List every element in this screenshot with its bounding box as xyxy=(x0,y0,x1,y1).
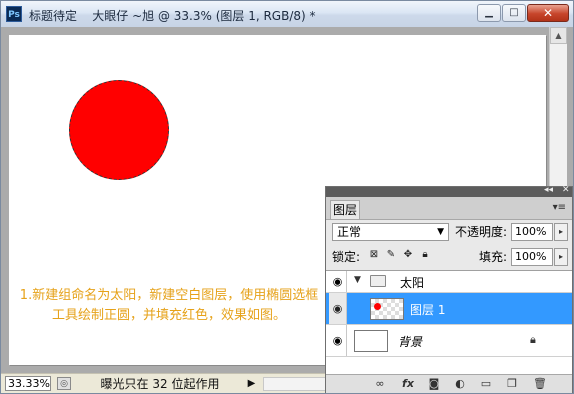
opacity-slider-arrow-icon[interactable]: ▸ xyxy=(554,223,568,241)
status-message: 曝光只在 32 位起作用 xyxy=(100,377,220,391)
visibility-eye-icon[interactable]: ◉ xyxy=(329,271,347,292)
title-bar[interactable]: Ps 标题待定 大眼仔 ~旭 @ 33.3% (图层 1, RGB/8) * ▁… xyxy=(1,1,573,28)
delete-layer-icon[interactable]: 🗑︎ xyxy=(532,377,548,391)
layer-row-selected[interactable]: ◉ 图层 1 xyxy=(326,293,572,325)
layer-row-background[interactable]: ◉ 背景 🔒︎ xyxy=(326,325,572,357)
new-group-icon[interactable]: ▭ xyxy=(478,377,494,391)
collapse-panel-icon[interactable]: ◂◂ xyxy=(544,185,553,195)
blend-row: 正常 ▼ 不透明度: 100% ▸ xyxy=(326,219,572,245)
lock-position-icon[interactable]: ✥ xyxy=(402,249,414,261)
layers-list: ◉ ▼ 太阳 ◉ 图层 1 ◉ 背景 🔒︎ xyxy=(326,270,572,375)
close-button[interactable]: ✕ xyxy=(527,4,569,22)
chevron-down-icon: ▼ xyxy=(437,227,444,237)
minimize-button[interactable]: ▁ xyxy=(477,4,501,22)
opacity-label: 不透明度: xyxy=(455,225,508,239)
lock-row: 锁定: ⊠ ✎ ✥ 🔒︎ 填充: 100% ▸ xyxy=(326,245,572,270)
red-circle-shape[interactable] xyxy=(69,80,169,180)
layer-name-1: 图层 1 xyxy=(410,303,446,317)
link-layers-icon[interactable]: ∞ xyxy=(372,377,388,391)
fill-slider-arrow-icon[interactable]: ▸ xyxy=(554,248,568,266)
visibility-eye-icon[interactable]: ◉ xyxy=(329,325,347,356)
panel-header-bar[interactable]: ◂◂ ✕ xyxy=(326,185,572,197)
add-mask-icon[interactable]: ◙ xyxy=(426,377,442,391)
layer-name-group: 太阳 xyxy=(400,276,425,290)
blend-mode-value: 正常 xyxy=(337,225,362,239)
instruction-text: 1.新建组命名为太阳，新建空白图层，使用椭圆选框工具绘制正圆，并填充红色，效果如… xyxy=(19,288,319,323)
folder-icon xyxy=(370,275,386,287)
opacity-input[interactable]: 100% xyxy=(511,223,553,241)
panel-tab-row: 图层 ▾≡ xyxy=(326,197,572,220)
layer-row-group[interactable]: ◉ ▼ 太阳 xyxy=(326,271,572,293)
status-menu-arrow-icon[interactable]: ▶ xyxy=(245,377,258,390)
panel-menu-icon[interactable]: ▾≡ xyxy=(553,202,566,213)
lock-icon: 🔒︎ xyxy=(530,333,536,346)
lock-label: 锁定: xyxy=(332,250,361,264)
lock-paint-icon[interactable]: ✎ xyxy=(385,249,397,261)
photoshop-window: Ps 标题待定 大眼仔 ~旭 @ 33.3% (图层 1, RGB/8) * ▁… xyxy=(0,0,574,394)
tab-layers[interactable]: 图层 xyxy=(330,200,360,219)
layers-bottom-toolbar: ∞ fx ◙ ◐ ▭ ❐ 🗑︎ xyxy=(326,374,572,393)
background-thumbnail xyxy=(354,330,388,352)
lock-transparency-icon[interactable]: ⊠ xyxy=(368,249,380,261)
layer-thumbnail xyxy=(370,298,404,320)
layers-panel: ◂◂ ✕ 图层 ▾≡ 正常 ▼ 不透明度: 100% ▸ 锁定: ⊠ ✎ ✥ 🔒… xyxy=(325,185,573,393)
document-info-icon[interactable]: ◎ xyxy=(57,377,71,390)
maximize-button[interactable]: □ xyxy=(502,4,526,22)
blend-mode-select[interactable]: 正常 ▼ xyxy=(332,223,449,241)
scroll-up-icon[interactable]: ▲ xyxy=(550,27,567,44)
close-panel-icon[interactable]: ✕ xyxy=(562,185,570,195)
window-title: 标题待定 大眼仔 ~旭 @ 33.3% (图层 1, RGB/8) * xyxy=(29,9,316,23)
horizontal-scrollbar[interactable] xyxy=(263,377,327,391)
fx-icon[interactable]: fx xyxy=(400,377,416,391)
layer-name-background: 背景 xyxy=(398,335,423,349)
photoshop-app-icon: Ps xyxy=(6,6,22,22)
fill-label: 填充: xyxy=(479,250,508,264)
new-layer-icon[interactable]: ❐ xyxy=(504,377,520,391)
expand-triangle-icon[interactable]: ▼ xyxy=(354,275,361,285)
lock-all-icon[interactable]: 🔒︎ xyxy=(419,249,431,261)
zoom-field[interactable]: 33.33% xyxy=(5,376,51,391)
adjustment-layer-icon[interactable]: ◐ xyxy=(452,377,468,391)
visibility-eye-icon[interactable]: ◉ xyxy=(329,293,347,324)
fill-input[interactable]: 100% xyxy=(511,248,553,266)
